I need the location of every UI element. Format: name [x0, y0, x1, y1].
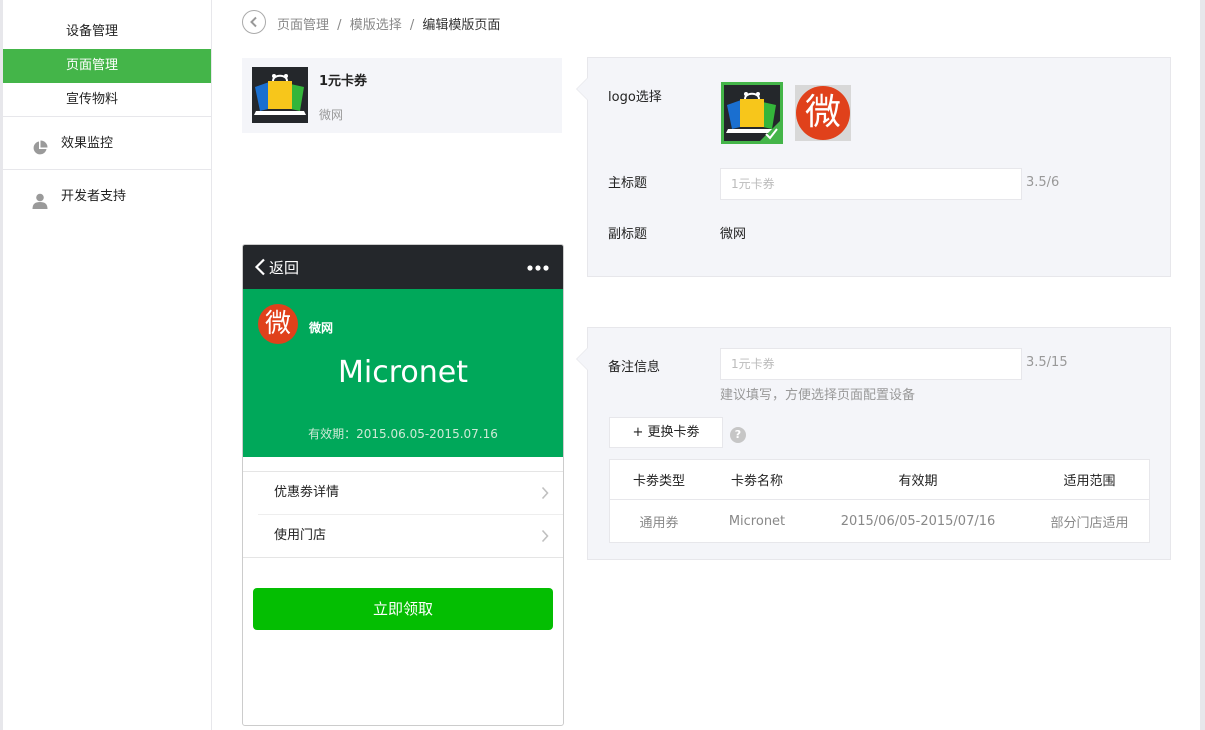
main-title-label: 主标题: [608, 176, 648, 191]
breadcrumb-item-template-select[interactable]: 模版选择: [350, 18, 402, 33]
note-label: 备注信息: [608, 360, 661, 375]
basic-info-panel: logo选择 微 主标题 3.5/6 副标题 微网: [576, 57, 1171, 277]
pie-chart-icon: [32, 136, 48, 155]
list-item-label: 使用门店: [274, 528, 327, 543]
window-frame-right: [1200, 0, 1205, 730]
column-header: 有效期: [806, 459, 1030, 500]
card-subtitle: 微网: [319, 108, 344, 122]
breadcrumb: 页面管理 / 模版选择 / 编辑模版页面: [277, 14, 500, 33]
note-hint: 建议填写，方便选择页面配置设备: [720, 388, 916, 403]
wei-logo-char: 微: [804, 92, 841, 133]
card-title: 1元卡券: [319, 74, 368, 89]
sidebar-item-developer-support[interactable]: 开发者支持: [3, 180, 211, 214]
chevron-right-icon: [541, 486, 549, 500]
breadcrumb-item-current: 编辑模版页面: [422, 18, 501, 33]
logo-option-shopping-bag[interactable]: [721, 82, 783, 144]
brand-name: 微网: [309, 321, 334, 335]
coupon-details-row[interactable]: 优惠劵详情: [243, 472, 563, 514]
phone-back-link[interactable]: 返回: [269, 257, 299, 278]
note-input[interactable]: [720, 348, 1022, 380]
subtitle-value: 微网: [720, 227, 747, 242]
shopping-bag-logo-icon: [252, 67, 308, 123]
subtitle-label: 副标题: [608, 227, 648, 242]
phone-card-hero: 微 微网 Micronet 有效期：2015.06.05-2015.07.16: [243, 289, 563, 503]
stores-row[interactable]: 使用门店: [258, 514, 563, 557]
sidebar-item-promo-materials[interactable]: 宣传物料: [3, 83, 211, 117]
change-coupon-button[interactable]: + 更换卡劵: [609, 417, 723, 448]
table-header-row: 卡劵类型 卡劵名称 有效期 适用范围: [609, 459, 1150, 500]
sidebar-item-device-management[interactable]: 设备管理: [3, 15, 211, 49]
sidebar-divider: [3, 116, 211, 117]
logo-option-wei[interactable]: 微: [795, 85, 851, 141]
logo-select-label: logo选择: [608, 90, 662, 105]
user-icon: [32, 189, 48, 209]
column-header: 卡劵名称: [708, 459, 806, 500]
claim-now-button[interactable]: 立即领取: [253, 588, 553, 630]
brand-logo: 微: [258, 304, 298, 344]
shopping-bag-logo-icon: [724, 85, 780, 141]
card-summary: 1元卡券 微网: [242, 58, 562, 133]
phone-detail-list: 优惠劵详情 使用门店: [243, 471, 563, 558]
table-cell: 部分门店适用: [1050, 515, 1129, 531]
sidebar-item-effect-monitoring[interactable]: 效果监控: [3, 127, 211, 161]
coupon-table: 卡劵类型 卡劵名称 有效期 适用范围 通用券 Micronet 2015/06/…: [609, 459, 1150, 543]
table-cell: 2015/06/05-2015/07/16: [840, 513, 996, 529]
chevron-right-icon: [541, 529, 549, 543]
sidebar-item-label: 开发者支持: [61, 189, 127, 204]
breadcrumb-separator: /: [337, 18, 342, 33]
note-counter: 3.5/15: [1026, 355, 1068, 370]
brand-logo-char: 微: [264, 309, 291, 339]
chevron-left-icon: [250, 16, 257, 28]
breadcrumb-separator: /: [409, 18, 415, 33]
table-cell: Micronet: [728, 513, 786, 529]
list-item-label: 优惠劵详情: [274, 485, 340, 500]
breadcrumb-item-page-management[interactable]: 页面管理: [277, 18, 329, 33]
sidebar-divider: [3, 169, 211, 170]
note-panel: 备注信息 3.5/15 建议填写，方便选择页面配置设备 + 更换卡劵 ? 卡劵类…: [576, 327, 1171, 560]
chevron-left-icon[interactable]: [254, 258, 266, 276]
sidebar-item-page-management[interactable]: 页面管理: [3, 49, 211, 83]
sidebar-item-label: 效果监控: [61, 136, 114, 151]
table-cell: 通用券: [639, 515, 679, 531]
panel-pointer: [577, 348, 588, 370]
card-hero-title: Micronet: [338, 355, 468, 390]
main-title-input[interactable]: [720, 168, 1022, 200]
phone-preview: 返回 微 微网 Micronet 有效期：2015.06.05-2015.07.…: [242, 244, 564, 726]
table-row: 通用券 Micronet 2015/06/05-2015/07/16 部分门店适…: [610, 500, 1150, 543]
main-title-counter: 3.5/6: [1026, 175, 1060, 190]
more-dots-icon[interactable]: [527, 265, 549, 271]
column-header: 卡劵类型: [609, 459, 708, 500]
phone-nav-bar: 返回: [243, 245, 563, 289]
sidebar: 设备管理 页面管理 宣传物料 效果监控 开发者支持: [3, 0, 212, 730]
back-button[interactable]: [242, 10, 266, 34]
panel-pointer: [577, 78, 588, 100]
card-validity: 有效期：2015.06.05-2015.07.16: [308, 427, 498, 441]
column-header: 适用范围: [1030, 459, 1150, 500]
help-icon[interactable]: ?: [730, 427, 746, 443]
